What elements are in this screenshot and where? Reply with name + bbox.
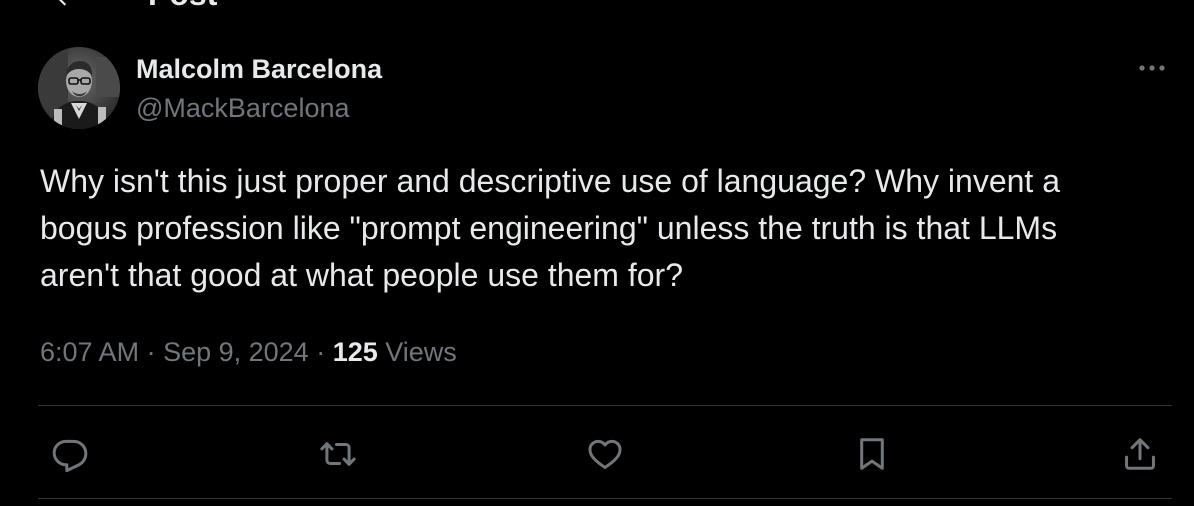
views-count[interactable]: 125 — [333, 337, 378, 367]
like-icon — [588, 439, 622, 469]
more-options-icon — [1139, 65, 1165, 71]
avatar[interactable] — [38, 47, 120, 129]
tweet-date[interactable]: Sep 9, 2024 — [163, 337, 309, 367]
meta-separator: · — [308, 337, 333, 367]
tweet-text: Why isn't this just proper and descripti… — [40, 163, 1060, 293]
meta-separator: · — [139, 337, 164, 367]
author-display-name[interactable]: Malcolm Barcelona — [136, 54, 382, 84]
divider-top — [38, 405, 1172, 406]
retweet-icon — [320, 442, 356, 466]
share-icon — [1125, 438, 1155, 470]
avatar-photo-icon — [38, 47, 120, 129]
like-button[interactable] — [581, 430, 629, 478]
share-button[interactable] — [1116, 430, 1164, 478]
tweet-meta: 6:07 AM · Sep 9, 2024 · 125 Views — [40, 336, 457, 368]
bookmark-button[interactable] — [848, 430, 896, 478]
views-label[interactable]: Views — [378, 337, 457, 367]
reply-icon — [52, 439, 88, 473]
page-title: Post — [148, 0, 217, 10]
page-header: Post — [0, 0, 1194, 14]
divider-bottom — [38, 498, 1172, 499]
bookmark-icon — [860, 438, 884, 470]
retweet-button[interactable] — [314, 430, 362, 478]
author-handle[interactable]: @MackBarcelona — [136, 93, 350, 123]
tweet-time[interactable]: 6:07 AM — [40, 337, 139, 367]
tweet-detail-page: Post Malcolm Barcelona — [0, 0, 1194, 506]
arrow-left-icon[interactable] — [52, 0, 78, 10]
more-options-button[interactable] — [1134, 56, 1170, 80]
reply-button[interactable] — [46, 430, 94, 478]
